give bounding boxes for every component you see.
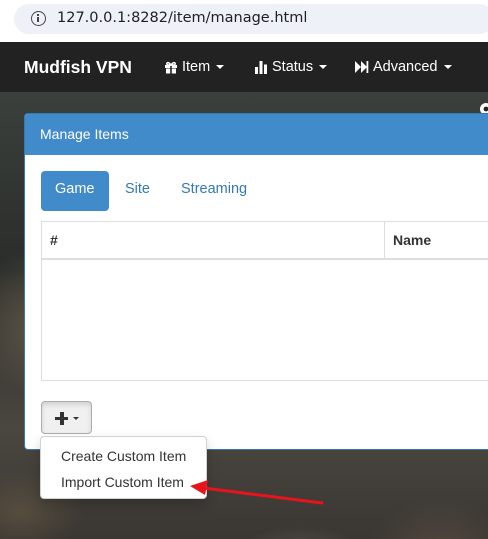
browser-address-bar: 127.0.0.1:8282/item/manage.html bbox=[0, 0, 488, 42]
add-item-dropdown-button[interactable] bbox=[41, 401, 92, 434]
nav-item-label: Item bbox=[182, 59, 211, 75]
gift-icon bbox=[165, 61, 177, 74]
tab-streaming[interactable]: Streaming bbox=[167, 171, 261, 211]
add-item-dropdown-menu: Create Custom Item Import Custom Item bbox=[40, 436, 207, 499]
manage-items-panel: Manage Items Game Site Streaming # Name bbox=[24, 113, 488, 450]
caret-down-icon bbox=[443, 65, 452, 69]
column-header-number: # bbox=[50, 232, 58, 248]
tab-game[interactable]: Game bbox=[41, 171, 109, 211]
caret-down-icon bbox=[216, 65, 225, 69]
nav-item-item[interactable]: Item bbox=[164, 59, 225, 75]
items-table: # Name bbox=[41, 221, 488, 381]
brand-link[interactable]: Mudfish VPN bbox=[24, 57, 132, 78]
annotation-arrow-icon bbox=[190, 480, 324, 505]
info-icon[interactable] bbox=[31, 11, 46, 26]
url-text[interactable]: 127.0.0.1:8282/item/manage.html bbox=[57, 10, 307, 26]
nav-item-label: Status bbox=[272, 59, 314, 75]
tab-site[interactable]: Site bbox=[111, 171, 164, 211]
column-header-name: Name bbox=[393, 232, 432, 248]
fast-forward-icon bbox=[355, 61, 369, 73]
table-header-row: # Name bbox=[42, 222, 488, 260]
menu-item-create-custom-item[interactable]: Create Custom Item bbox=[41, 444, 206, 470]
nav-item-advanced[interactable]: Advanced bbox=[354, 59, 452, 75]
panel-title: Manage Items bbox=[25, 114, 488, 155]
url-field[interactable]: 127.0.0.1:8282/item/manage.html bbox=[14, 4, 488, 34]
nav-item-status[interactable]: Status bbox=[254, 59, 328, 75]
nav-item-label: Advanced bbox=[373, 59, 438, 75]
bar-chart-icon bbox=[255, 61, 267, 74]
caret-down-icon bbox=[73, 417, 79, 420]
menu-item-import-custom-item[interactable]: Import Custom Item bbox=[41, 470, 206, 496]
caret-down-icon bbox=[319, 65, 328, 69]
navbar: Mudfish VPN Item Status Advanced bbox=[0, 42, 488, 115]
plus-icon bbox=[55, 412, 68, 425]
